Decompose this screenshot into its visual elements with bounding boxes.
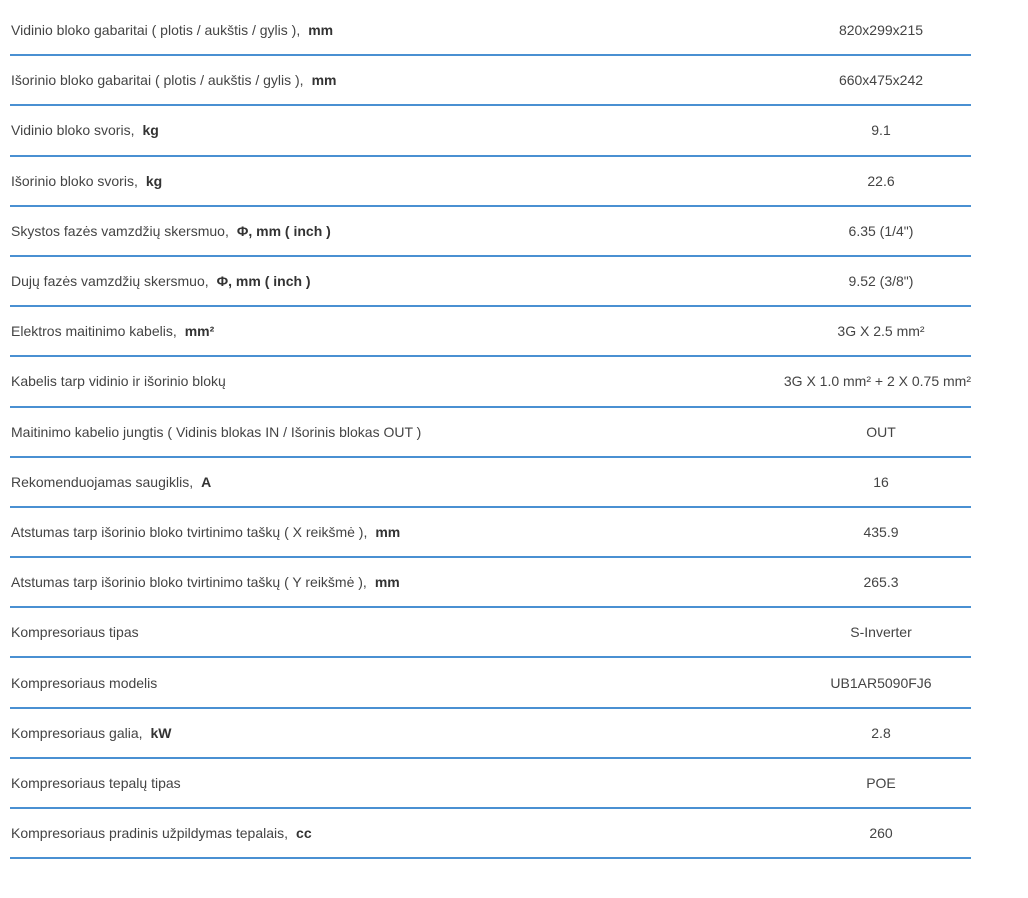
spec-row: Rekomenduojamas saugiklis, A 16	[10, 458, 971, 508]
spec-value: POE	[866, 774, 896, 791]
spec-row: Kabelis tarp vidinio ir išorinio blokų 3…	[10, 357, 971, 408]
spec-label: Rekomenduojamas saugiklis,	[11, 473, 194, 490]
spec-label-cell: Išorinio bloko svoris, kg	[10, 173, 691, 189]
spec-label-cell: Kompresoriaus tipas	[10, 624, 691, 640]
spec-unit: cc	[296, 825, 312, 842]
spec-row: Kompresoriaus tepalų tipas POE	[10, 759, 971, 809]
spec-row: Kompresoriaus pradinis užpildymas tepala…	[10, 809, 971, 860]
spec-unit: kW	[150, 724, 172, 741]
spec-label: Kompresoriaus pradinis užpildymas tepala…	[11, 825, 289, 842]
spec-row: Atstumas tarp išorinio bloko tvirtinimo …	[10, 508, 971, 559]
spec-label: Elektros maitinimo kabelis,	[11, 323, 177, 340]
spec-label-cell: Skystos fazės vamzdžių skersmuo, Φ, mm ( …	[10, 223, 691, 239]
spec-unit: A	[201, 473, 212, 490]
spec-row: Išorinio bloko gabaritai ( plotis / aukš…	[10, 56, 971, 107]
spec-unit: kg	[142, 122, 159, 139]
spec-unit: kg	[145, 172, 163, 189]
spec-label-cell: Elektros maitinimo kabelis, mm²	[10, 323, 691, 339]
spec-value: 265.3	[863, 574, 899, 591]
spec-label-cell: Kabelis tarp vidinio ir išorinio blokų	[10, 373, 684, 389]
spec-value: 16	[873, 473, 889, 490]
spec-label: Išorinio bloko svoris,	[11, 172, 138, 189]
spec-row: Elektros maitinimo kabelis, mm² 3G X 2.5 …	[10, 307, 971, 358]
spec-value: 820x299x215	[838, 22, 924, 39]
spec-value: OUT	[866, 423, 896, 440]
spec-value: 9.52 (3/8")	[848, 273, 914, 290]
spec-label: Atstumas tarp išorinio bloko tvirtinimo …	[11, 523, 368, 540]
spec-unit: Φ, mm ( inch )	[216, 273, 311, 290]
spec-label: Kompresoriaus tipas	[11, 624, 139, 641]
spec-label: Kompresoriaus galia,	[11, 724, 143, 741]
spec-unit: mm	[308, 22, 334, 39]
spec-label: Kompresoriaus modelis	[11, 674, 158, 691]
spec-value: 260	[869, 825, 893, 842]
spec-row: Vidinio bloko svoris, kg 9.1	[10, 106, 971, 157]
spec-table: Vidinio bloko gabaritai ( plotis / aukšt…	[10, 6, 971, 860]
spec-unit: mm	[311, 72, 337, 89]
spec-value: 9.1	[871, 122, 891, 139]
spec-row: Kompresoriaus modelis UB1AR5090FJ6	[10, 658, 971, 709]
spec-value: UB1AR5090FJ6	[830, 674, 932, 691]
spec-value: 3G X 1.0 mm² + 2 X 0.75 mm²	[783, 373, 971, 390]
spec-label-cell: Kompresoriaus tepalų tipas	[10, 775, 691, 791]
spec-label: Vidinio bloko gabaritai ( plotis / aukšt…	[11, 22, 301, 39]
spec-row: Kompresoriaus tipas S-Inverter	[10, 608, 971, 659]
spec-label-cell: Atstumas tarp išorinio bloko tvirtinimo …	[10, 574, 691, 590]
spec-row: Išorinio bloko svoris, kg 22.6	[10, 157, 971, 207]
spec-label-cell: Maitinimo kabelio jungtis ( Vidinis blok…	[10, 424, 691, 440]
spec-label: Skystos fazės vamzdžių skersmuo,	[11, 222, 229, 239]
spec-label-cell: Vidinio bloko gabaritai ( plotis / aukšt…	[10, 22, 691, 38]
spec-label-cell: Išorinio bloko gabaritai ( plotis / aukš…	[10, 72, 691, 88]
spec-unit: mm	[375, 523, 401, 540]
spec-label-cell: Rekomenduojamas saugiklis, A	[10, 474, 691, 490]
spec-label-cell: Kompresoriaus pradinis užpildymas tepala…	[10, 825, 691, 841]
spec-label-cell: Kompresoriaus modelis	[10, 675, 691, 691]
spec-row: Maitinimo kabelio jungtis ( Vidinis blok…	[10, 408, 971, 458]
spec-unit: mm	[374, 574, 400, 591]
spec-unit: Φ, mm ( inch )	[236, 222, 331, 239]
spec-label-cell: Kompresoriaus galia, kW	[10, 725, 691, 741]
spec-value: 435.9	[863, 523, 899, 540]
spec-label: Kompresoriaus tepalų tipas	[11, 774, 181, 791]
spec-value: 2.8	[871, 724, 891, 741]
spec-label-cell: Atstumas tarp išorinio bloko tvirtinimo …	[10, 524, 691, 540]
spec-row: Vidinio bloko gabaritai ( plotis / aukšt…	[10, 6, 971, 57]
spec-value: S-Inverter	[850, 624, 912, 641]
spec-row: Atstumas tarp išorinio bloko tvirtinimo …	[10, 558, 971, 609]
spec-value: 6.35 (1/4")	[848, 222, 914, 239]
spec-row: Kompresoriaus galia, kW 2.8	[10, 709, 971, 759]
spec-row: Skystos fazės vamzdžių skersmuo, Φ, mm ( …	[10, 207, 971, 257]
spec-value: 3G X 2.5 mm²	[837, 323, 925, 340]
spec-label: Išorinio bloko gabaritai ( plotis / aukš…	[11, 72, 304, 89]
spec-label: Vidinio bloko svoris,	[11, 122, 135, 139]
spec-value: 22.6	[867, 172, 895, 189]
spec-label: Dujų fazės vamzdžių skersmuo,	[11, 273, 209, 290]
spec-value: 660x475x242	[838, 72, 924, 89]
spec-row: Dujų fazės vamzdžių skersmuo, Φ, mm ( inc…	[10, 257, 971, 308]
spec-label: Atstumas tarp išorinio bloko tvirtinimo …	[11, 574, 367, 591]
spec-label-cell: Dujų fazės vamzdžių skersmuo, Φ, mm ( inc…	[10, 273, 691, 289]
spec-label: Maitinimo kabelio jungtis ( Vidinis blok…	[11, 423, 422, 440]
spec-label-cell: Vidinio bloko svoris, kg	[10, 122, 691, 138]
spec-unit: mm²	[184, 323, 215, 340]
spec-label: Kabelis tarp vidinio ir išorinio blokų	[11, 373, 226, 390]
